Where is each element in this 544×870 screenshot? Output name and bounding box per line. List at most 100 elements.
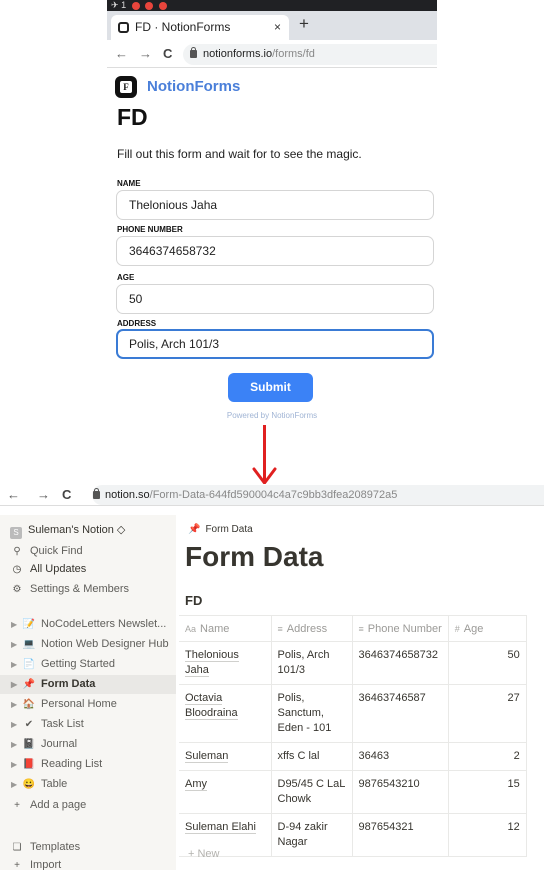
cell-age[interactable]: 2 — [448, 742, 527, 771]
form-description: Fill out this form and wait for to see t… — [117, 147, 362, 161]
column-header-address[interactable]: ≡ Address — [271, 615, 353, 642]
cell-phone[interactable]: 36463746587 — [352, 684, 449, 743]
forward-arrow-icon[interactable]: → — [139, 46, 152, 61]
lock-icon — [93, 488, 100, 499]
all-updates-button[interactable]: ◷ All Updates — [10, 560, 87, 578]
lock-icon — [190, 47, 197, 58]
submit-button[interactable]: Submit — [228, 373, 313, 402]
add-page-button[interactable]: + Add a page — [10, 796, 86, 814]
age-label: AGE — [117, 273, 135, 282]
url-input[interactable]: notionforms.io/forms/fd — [183, 44, 437, 65]
chrome-icon — [158, 1, 167, 10]
new-row-button[interactable]: + New — [188, 848, 220, 860]
address-label: ADDRESS — [117, 319, 157, 328]
cell-phone[interactable]: 36463 — [352, 742, 449, 771]
expand-arrow-icon[interactable]: ▶ — [11, 635, 21, 654]
tab-notionforms[interactable]: FD · NotionForms × — [111, 15, 289, 40]
pushpin-icon: 📌 — [22, 679, 36, 690]
phone-number-input[interactable]: 3646374658732 — [116, 236, 434, 266]
column-header-phone[interactable]: ≡ Phone Number — [352, 615, 449, 642]
down-arrow-icon — [252, 425, 277, 485]
templates-button[interactable]: ❏ Templates — [10, 838, 81, 856]
checkmark-icon: ✔ — [24, 719, 34, 730]
cell-name[interactable]: Suleman — [179, 742, 272, 771]
expand-arrow-icon[interactable]: ▶ — [11, 715, 21, 734]
cell-age[interactable]: 12 — [448, 813, 527, 857]
cell-address[interactable]: xffs C lal — [271, 742, 353, 771]
expand-arrow-icon[interactable]: ▶ — [11, 655, 21, 674]
sidebar-item-task-list[interactable]: ▶ ✔ Task List — [0, 715, 176, 734]
cell-address[interactable]: Polis, Sanctum, Eden - 101 — [271, 684, 353, 743]
sidebar-item-table[interactable]: ▶ 😀 Table — [0, 775, 176, 794]
expand-arrow-icon[interactable]: ▶ — [11, 755, 21, 774]
column-header-name[interactable]: Aa Name — [179, 615, 272, 642]
import-button[interactable]: + Import — [10, 856, 61, 870]
expand-arrow-icon[interactable]: ▶ — [11, 735, 21, 754]
reload-icon[interactable]: C — [163, 46, 172, 61]
table-row: Suleman Elahi D-94 zakir Nagar 987654321… — [179, 813, 527, 857]
powered-by-link[interactable]: Powered by NotionForms — [107, 411, 437, 420]
back-arrow-icon[interactable]: ← — [7, 487, 20, 502]
url-domain: notionforms.io — [203, 48, 273, 60]
url-domain: notion.so — [105, 489, 150, 501]
breadcrumb[interactable]: 📌 Form Data — [188, 524, 253, 535]
text-type-icon: ≡ — [358, 623, 364, 634]
expand-arrow-icon[interactable]: ▶ — [11, 675, 21, 694]
brand-header[interactable]: F NotionForms — [115, 76, 240, 98]
expand-arrow-icon[interactable]: ▶ — [11, 775, 21, 794]
back-arrow-icon[interactable]: ← — [115, 46, 128, 61]
sidebar-item-reading-list[interactable]: ▶ 📕 Reading List — [0, 755, 176, 774]
expand-arrow-icon[interactable]: ▶ — [11, 695, 21, 714]
chrome-icon — [145, 1, 154, 10]
sidebar-item-nocodeletters[interactable]: ▶ 📝 NoCodeLetters Newslet... — [0, 615, 176, 634]
cell-address[interactable]: D-94 zakir Nagar — [271, 813, 353, 857]
reload-icon[interactable]: C — [62, 487, 71, 502]
new-tab-button[interactable]: + — [299, 14, 309, 34]
cell-phone[interactable]: 9876543210 — [352, 770, 449, 814]
plus-icon: + — [14, 800, 20, 811]
address-input[interactable]: Polis, Arch 101/3 — [116, 329, 434, 359]
age-input[interactable]: 50 — [116, 284, 434, 314]
brand-name: NotionForms — [147, 78, 241, 95]
main-content: 📌 Form Data Form Data FD Aa Name ≡ Address … — [176, 515, 544, 870]
cell-phone[interactable]: 3646374658732 — [352, 641, 449, 685]
sidebar-item-form-data[interactable]: ▶ 📌 Form Data — [0, 675, 176, 694]
column-header-age[interactable]: # Age — [448, 615, 527, 642]
tab-title: FD · NotionForms — [135, 20, 231, 34]
name-label: NAME — [117, 179, 141, 188]
forward-arrow-icon[interactable]: → — [37, 487, 50, 502]
expand-arrow-icon[interactable]: ▶ — [11, 615, 21, 634]
settings-button[interactable]: ⚙ Settings & Members — [10, 580, 130, 598]
notionforms-favicon-icon — [118, 22, 129, 33]
close-tab-icon[interactable]: × — [274, 15, 281, 40]
cell-age[interactable]: 27 — [448, 684, 527, 743]
cell-name[interactable]: Thelonious Jaha — [179, 641, 272, 685]
cell-name[interactable]: Octavia Bloodraina — [179, 684, 272, 743]
sidebar-item-web-designer-hub[interactable]: ▶ 💻 Notion Web Designer Hub — [0, 635, 176, 654]
database-title[interactable]: FD — [185, 593, 202, 608]
page-title[interactable]: Form Data — [185, 541, 323, 573]
cell-address[interactable]: D95/45 C LaL Chowk — [271, 770, 353, 814]
cell-address[interactable]: Polis, Arch 101/3 — [271, 641, 353, 685]
table-header-row: Aa Name ≡ Address ≡ Phone Number # Age — [179, 615, 527, 642]
url-input[interactable]: notion.so/Form-Data-644fd590004c4a7c9bb3… — [92, 485, 544, 505]
text-type-icon: ≡ — [277, 623, 283, 634]
cell-age[interactable]: 50 — [448, 641, 527, 685]
url-path: /forms/fd — [272, 48, 315, 60]
notion-screenshot: ← → C notion.so/Form-Data-644fd590004c4a… — [0, 484, 544, 870]
sidebar-item-personal-home[interactable]: ▶ 🏠 Personal Home — [0, 695, 176, 714]
address-bar-row: ← → C notionforms.io/forms/fd — [107, 40, 437, 68]
quick-find-button[interactable]: ⚲ Quick Find — [10, 542, 82, 560]
cell-age[interactable]: 15 — [448, 770, 527, 814]
cell-name[interactable]: Amy — [179, 770, 272, 814]
table-row: Amy D95/45 C LaL Chowk 9876543210 15 — [179, 770, 527, 814]
sidebar: S Suleman's Notion ◇ ⚲ Quick Find ◷ All Upd… — [0, 515, 176, 870]
workspace-switcher[interactable]: S Suleman's Notion ◇ — [10, 523, 125, 539]
table-row: Octavia Bloodraina Polis, Sanctum, Eden … — [179, 684, 527, 743]
sidebar-item-getting-started[interactable]: ▶ 📄 Getting Started — [0, 655, 176, 674]
name-input[interactable]: Thelonious Jaha — [116, 190, 434, 220]
notionforms-logo-icon: F — [115, 76, 137, 98]
sidebar-item-journal[interactable]: ▶ 📓 Journal — [0, 735, 176, 754]
cell-phone[interactable]: 987654321 — [352, 813, 449, 857]
newsletter-icon: 📝 — [22, 619, 36, 630]
